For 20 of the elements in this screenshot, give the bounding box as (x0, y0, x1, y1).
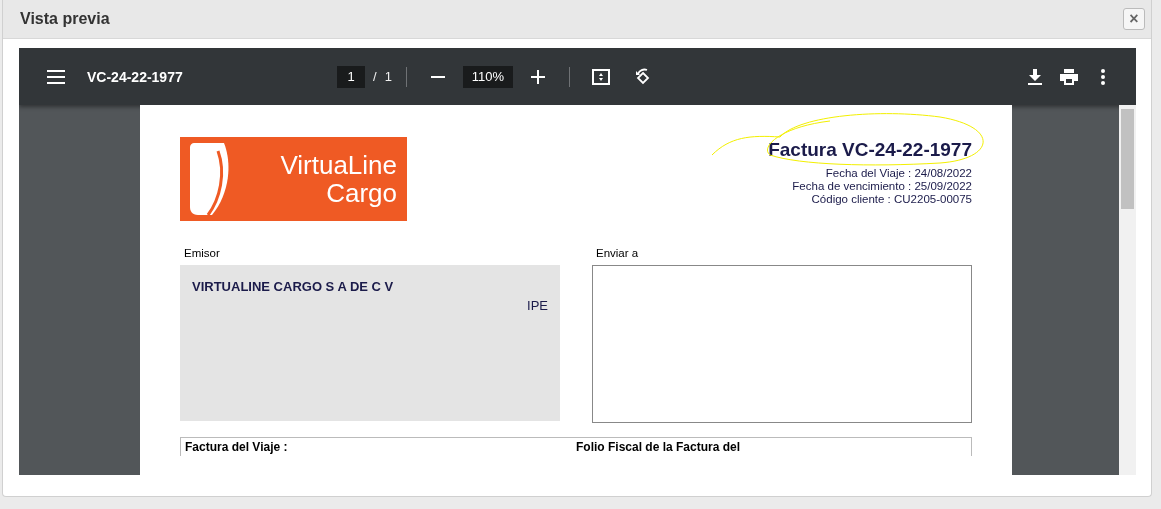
invoice-detail: Código cliente : CU2205-00075 (811, 193, 972, 206)
sender-text: IPE (527, 298, 548, 313)
table-header: Factura del Viaje : (185, 440, 289, 454)
table-header: Folio Fiscal de la Factura del (576, 440, 742, 454)
invoice-detail: Fecha del Viaje : 24/08/2022 (825, 167, 972, 180)
dialog-title: Vista previa (20, 10, 110, 28)
logo-text: VirtuaLine (279, 151, 397, 179)
page-input[interactable]: 1 (337, 65, 365, 88)
page-separator: / (373, 69, 377, 84)
logo-text: Cargo (325, 179, 397, 207)
sender-label: Emisor (184, 247, 221, 259)
invoice-detail: Fecha de vencimiento : 25/09/2022 (792, 180, 972, 193)
invoice-title: Factura VC-24-22-1977 (768, 139, 972, 161)
page-count: 1 (384, 69, 392, 84)
close-button[interactable]: × (1123, 8, 1145, 30)
zoom-input[interactable]: 110% (462, 65, 513, 88)
file-name: VC-24-22-1977 (87, 68, 184, 85)
recipient-label: Enviar a (596, 247, 640, 259)
scrollbar[interactable] (1119, 105, 1136, 475)
sender-name: VIRTUALINE CARGO S A DE C V (192, 279, 395, 294)
